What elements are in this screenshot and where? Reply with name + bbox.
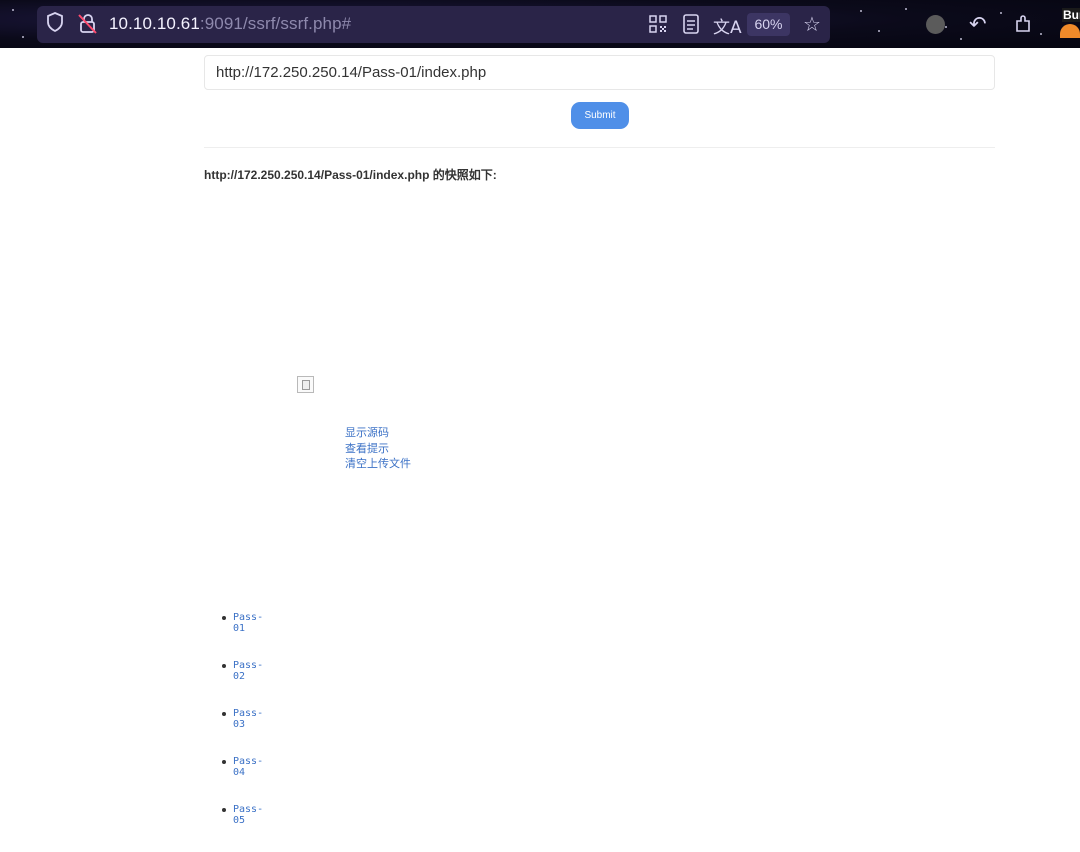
submit-button[interactable]: Submit [571, 102, 629, 129]
url-path: :9091/ssrf/ssrf.php# [199, 14, 352, 33]
back-arrow-icon[interactable]: ↶ [969, 12, 987, 36]
pass-link[interactable]: Pass-03 [233, 708, 263, 730]
insecure-lock-icon[interactable] [78, 13, 98, 39]
browser-toolbar: 10.10.10.61:9091/ssrf/ssrf.php# 文A 60% ☆… [0, 0, 1080, 48]
pass-link[interactable]: Pass-02 [233, 660, 263, 682]
profile-icon[interactable] [926, 15, 945, 34]
url-text[interactable]: 10.10.10.61:9091/ssrf/ssrf.php# [109, 14, 351, 34]
extensions-icon[interactable] [1014, 13, 1034, 37]
divider [204, 147, 995, 148]
burp-extension-icon[interactable]: Bur [1058, 6, 1080, 38]
translate-icon[interactable]: 文A [713, 13, 742, 38]
url-host: 10.10.10.61 [109, 14, 200, 33]
pass-link[interactable]: Pass-04 [233, 756, 263, 778]
star-icon[interactable]: ☆ [803, 12, 821, 36]
pass-link[interactable]: Pass-01 [233, 612, 263, 634]
zoom-level[interactable]: 60% [747, 13, 790, 36]
action-links: 显示源码 查看提示 清空上传文件 [345, 425, 411, 472]
show-source-link[interactable]: 显示源码 [345, 425, 411, 441]
view-hint-link[interactable]: 查看提示 [345, 441, 411, 457]
burp-label: Bur [1062, 8, 1080, 22]
snapshot-title: http://172.250.250.14/Pass-01/index.php … [204, 168, 497, 182]
pass-link[interactable]: Pass-05 [233, 804, 263, 826]
url-input[interactable] [204, 55, 995, 90]
shield-icon[interactable] [46, 12, 64, 37]
broken-image-icon [297, 376, 314, 393]
reader-view-icon[interactable] [683, 14, 699, 38]
qr-code-icon[interactable] [649, 15, 667, 37]
clear-uploads-link[interactable]: 清空上传文件 [345, 456, 411, 472]
